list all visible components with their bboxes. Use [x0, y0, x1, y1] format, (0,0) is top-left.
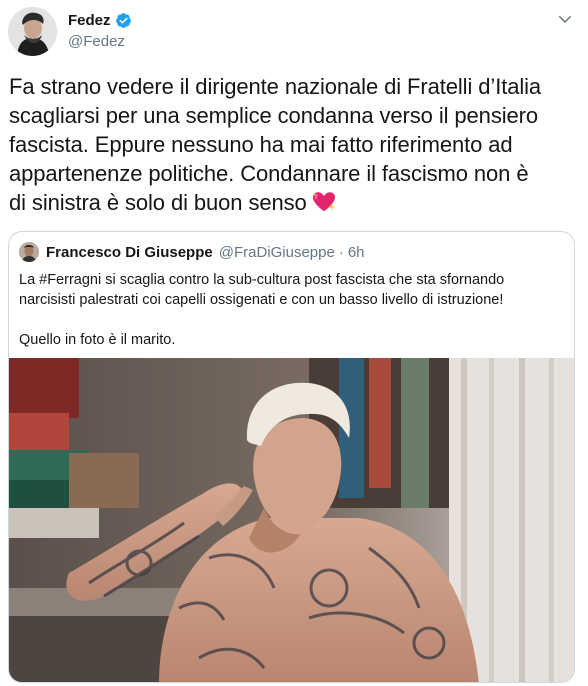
quoted-tweet-header: Francesco Di Giuseppe @FraDiGiuseppe · 6…: [19, 242, 365, 262]
author-avatar[interactable]: [8, 7, 57, 56]
quoted-author-avatar: [19, 242, 39, 262]
verified-badge-icon: [115, 13, 131, 28]
tweet-text-line-last: di sinistra è solo di buon senso: [9, 188, 579, 217]
quoted-author-name: Francesco Di Giuseppe: [46, 243, 213, 261]
tweet-text-line: Fa strano vedere il dirigente nazionale …: [9, 74, 542, 99]
quoted-tweet-text: La #Ferragni si scaglia contro la sub-cu…: [19, 270, 564, 350]
author-display-name[interactable]: Fedez: [68, 12, 111, 29]
tweet-text: Fa strano vedere il dirigente nazionale …: [9, 72, 579, 217]
sparkling-heart-icon: [312, 192, 335, 212]
photo-illustration: [9, 358, 574, 682]
quoted-text-line: Quello in foto è il marito.: [19, 332, 176, 348]
quoted-tweet-photo[interactable]: [9, 358, 574, 682]
tweet-header: Fedez @Fedez: [0, 0, 588, 64]
quoted-text-line: narcisisti palestrati coi capelli ossige…: [19, 292, 504, 308]
author-name-row: Fedez: [68, 12, 132, 29]
author-handle[interactable]: @Fedez: [68, 33, 125, 50]
tweet-text-line: di sinistra è solo di buon senso: [9, 190, 307, 215]
separator-dot: ·: [338, 243, 344, 261]
quoted-author-handle: @FraDiGiuseppe: [218, 243, 335, 261]
tweet-text-line: fascista. Eppure nessuno ha mai fatto ri…: [9, 132, 513, 157]
quoted-avatar-image: [19, 242, 39, 262]
author-avatar-image: [8, 7, 57, 56]
quoted-tweet-time: 6h: [347, 243, 365, 261]
chevron-down-icon[interactable]: [556, 10, 574, 28]
quoted-tweet[interactable]: Francesco Di Giuseppe @FraDiGiuseppe · 6…: [8, 231, 575, 683]
quoted-text-line: La #Ferragni si scaglia contro la sub-cu…: [19, 272, 505, 288]
tweet-text-line: scagliarsi per una semplice condanna ver…: [9, 103, 539, 128]
tweet-text-line: appartenenze politiche. Condannare il fa…: [9, 161, 529, 186]
